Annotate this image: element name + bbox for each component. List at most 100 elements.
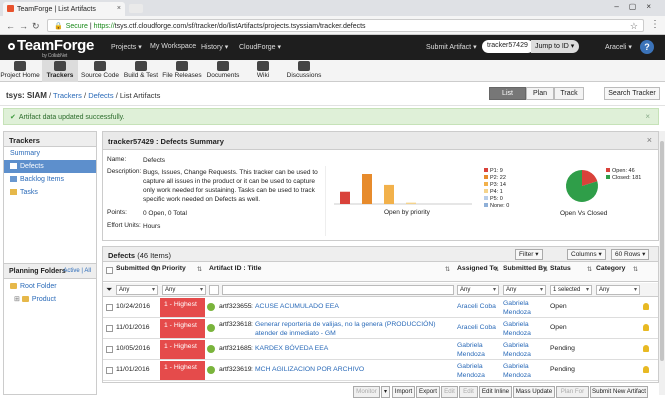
- col-status[interactable]: Status: [550, 265, 571, 273]
- folder-root[interactable]: Root Folder: [4, 281, 96, 293]
- table-row[interactable]: 10/05/2016 1 - Highest artf321685: KARDE…: [103, 340, 658, 360]
- monitor-bell-icon[interactable]: [643, 324, 649, 331]
- assigned-to-link[interactable]: Gabriela Mendoza: [457, 362, 501, 380]
- row-checkbox[interactable]: [106, 304, 113, 311]
- help-icon[interactable]: ?: [640, 40, 654, 54]
- submit-artifact-menu[interactable]: Submit Artifact ▾: [426, 43, 477, 51]
- rows-per-page-button[interactable]: 60 Rows ▾: [611, 249, 650, 260]
- edit-button[interactable]: Edit: [441, 386, 458, 398]
- col-category[interactable]: Category: [596, 265, 625, 273]
- monitor-bell-icon[interactable]: [643, 366, 649, 373]
- edit-inline-button[interactable]: Edit Inline: [479, 386, 512, 398]
- sort-icon[interactable]: ⇅: [445, 266, 450, 273]
- artifact-title-link[interactable]: Generar reporteria de valijas, no la gen…: [255, 320, 451, 338]
- sort-icon[interactable]: ⇅: [494, 266, 499, 273]
- sort-icon[interactable]: ⇅: [197, 266, 202, 273]
- filter-category[interactable]: Any ▾: [596, 285, 640, 295]
- reload-icon[interactable]: ↻: [32, 21, 40, 32]
- menu-cloudforge[interactable]: CloudForge ▾: [239, 43, 281, 51]
- assigned-to-link[interactable]: Araceli Coba: [457, 323, 496, 332]
- filter-artifact-id[interactable]: [209, 285, 219, 295]
- sort-icon[interactable]: ⇅: [587, 266, 592, 273]
- filter-assigned-to[interactable]: Any ▾: [457, 285, 499, 295]
- submitted-by-link[interactable]: Gabriela Mendoza: [503, 341, 547, 359]
- view-plan-button[interactable]: Plan: [526, 87, 554, 100]
- select-all-checkbox[interactable]: [106, 267, 113, 274]
- sidebar-item-tasks[interactable]: Tasks: [4, 186, 96, 199]
- sort-icon[interactable]: ⇅: [543, 266, 548, 273]
- plan-for-button[interactable]: Plan For: [556, 386, 589, 398]
- new-tab-button[interactable]: [129, 4, 143, 13]
- import-button[interactable]: Import: [392, 386, 415, 398]
- col-artifact-title[interactable]: Artifact ID : Title: [209, 265, 261, 273]
- user-menu[interactable]: Araceli ▾: [605, 43, 632, 51]
- table-row[interactable]: 11/01/2016 1 - Highest artf323618: Gener…: [103, 319, 658, 339]
- tool-project-home[interactable]: Project Home: [0, 60, 40, 82]
- menu-history[interactable]: History ▾: [201, 43, 228, 51]
- back-icon[interactable]: ←: [6, 21, 15, 31]
- artifact-title-link[interactable]: MCH AGILIZACION POR ARCHIVO: [255, 365, 364, 374]
- breadcrumb-trackers[interactable]: Trackers: [53, 91, 82, 100]
- export-button[interactable]: Export: [416, 386, 440, 398]
- row-checkbox[interactable]: [106, 367, 113, 374]
- artifact-title-link[interactable]: KARDEX BÓVEDA EEA: [255, 344, 328, 353]
- sidebar-item-summary[interactable]: Summary: [4, 147, 96, 160]
- tool-source-code[interactable]: Source Code: [80, 60, 120, 82]
- dismiss-icon[interactable]: ×: [645, 112, 650, 121]
- scrollbar-thumb[interactable]: [660, 141, 664, 361]
- sort-icon[interactable]: ⇅: [633, 266, 638, 273]
- row-checkbox[interactable]: [106, 325, 113, 332]
- view-list-button[interactable]: List: [489, 87, 526, 100]
- submitted-by-link[interactable]: Gabriela Mendoza: [503, 362, 547, 380]
- filter-title[interactable]: [222, 285, 454, 295]
- view-track-button[interactable]: Track: [554, 87, 584, 100]
- window-controls[interactable]: –▢×: [614, 2, 661, 11]
- monitor-button[interactable]: Monitor: [353, 386, 380, 398]
- filter-button[interactable]: Filter ▾: [515, 249, 543, 260]
- browser-tab[interactable]: TeamForge | List Artifacts ×: [3, 2, 125, 16]
- menu-projects[interactable]: Projects ▾: [111, 43, 142, 51]
- row-checkbox[interactable]: [106, 346, 113, 353]
- sort-icon[interactable]: ⇅: [153, 266, 158, 273]
- tool-documents[interactable]: Documents: [205, 60, 241, 82]
- teamforge-logo[interactable]: TeamForge by CollabNet: [8, 37, 94, 59]
- search-tracker-button[interactable]: Search Tracker: [604, 87, 660, 100]
- browser-menu-icon[interactable]: ⋮: [650, 19, 660, 30]
- table-row[interactable]: 10/24/2016 1 - Highest artf323655: ACUSE…: [103, 298, 658, 318]
- breadcrumb-defects[interactable]: Defects: [88, 91, 113, 100]
- monitor-dropdown-button[interactable]: ▾: [381, 386, 390, 398]
- jump-search-input[interactable]: tracker57429: [482, 40, 534, 53]
- tool-discussions[interactable]: Discussions: [284, 60, 324, 82]
- artifact-title-link[interactable]: ACUSE ACUMULADO EEA: [255, 302, 339, 311]
- menu-my-workspace[interactable]: My Workspace: [150, 43, 196, 50]
- folder-product[interactable]: ⊞ Product: [4, 293, 96, 305]
- tool-wiki[interactable]: Wiki: [245, 60, 281, 82]
- mass-update-button[interactable]: Mass Update: [513, 386, 555, 398]
- tool-file-releases[interactable]: File Releases: [161, 60, 203, 82]
- collapse-icon[interactable]: ×: [647, 135, 652, 145]
- filter-priority[interactable]: Any ▾: [162, 285, 206, 295]
- sidebar-item-defects[interactable]: Defects: [4, 160, 96, 173]
- sidebar-item-backlog[interactable]: Backlog Items: [4, 173, 96, 186]
- columns-button[interactable]: Columns ▾: [567, 249, 606, 260]
- close-tab-icon[interactable]: ×: [117, 5, 121, 12]
- jump-to-id-button[interactable]: Jump to ID ▾: [531, 40, 579, 53]
- table-row[interactable]: 11/01/2016 1 - Highest artf323619: MCH A…: [103, 361, 658, 381]
- col-assigned-to[interactable]: Assigned To: [457, 265, 497, 273]
- planning-active-all-toggle[interactable]: Active | All: [63, 268, 91, 274]
- monitor-bell-icon[interactable]: [643, 303, 649, 310]
- col-priority[interactable]: Priority: [162, 265, 186, 273]
- submit-new-artifact-button[interactable]: Submit New Artifact: [590, 386, 648, 398]
- submitted-by-link[interactable]: Gabriela Mendoza: [503, 320, 547, 338]
- tool-build-test[interactable]: Build & Test: [122, 60, 160, 82]
- url-input[interactable]: 🔒 Secure | https://tsys.ctf.cloudforge.co…: [47, 19, 644, 32]
- submitted-by-link[interactable]: Gabriela Mendoza: [503, 299, 547, 317]
- filter-status[interactable]: 1 selected ▾: [550, 285, 592, 295]
- monitor-bell-icon[interactable]: [643, 345, 649, 352]
- col-submitted-by[interactable]: Submitted By: [503, 265, 547, 273]
- filter-submitted-on[interactable]: Any ▾: [116, 285, 158, 295]
- filter-submitted-by[interactable]: Any ▾: [503, 285, 546, 295]
- tool-trackers[interactable]: Trackers: [42, 60, 78, 82]
- assigned-to-link[interactable]: Gabriela Mendoza: [457, 341, 501, 359]
- forward-icon[interactable]: →: [19, 21, 28, 31]
